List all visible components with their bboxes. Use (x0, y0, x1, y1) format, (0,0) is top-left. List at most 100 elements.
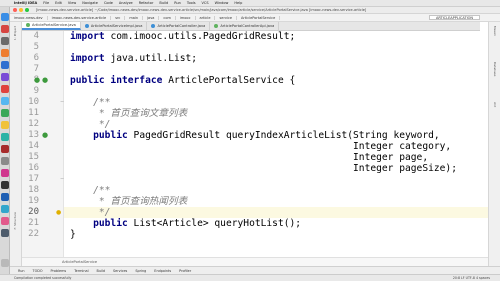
app-icon-lightblue[interactable] (1, 97, 9, 105)
editor-breadcrumb[interactable]: ArticlePortalService (22, 257, 488, 266)
menu-refactor[interactable]: Refactor (139, 1, 154, 5)
menu-edit[interactable]: Edit (55, 1, 62, 5)
app-icon-slate[interactable] (1, 229, 9, 237)
nav-crumb-article[interactable]: article (196, 15, 216, 20)
window-title: [imooc-news-dev-service-article] ~/Code/… (36, 8, 367, 12)
ant-tool-tab[interactable]: Ant (493, 102, 497, 107)
code-line-16[interactable]: Integer pageSize); (70, 163, 457, 174)
problems-tool-button[interactable]: Problems (51, 269, 67, 273)
code-line-14[interactable]: Integer category, (70, 141, 451, 152)
code-line-19[interactable]: * 首页查询热闻列表 (70, 196, 187, 207)
app-icon-teal[interactable] (1, 133, 9, 141)
database-tool-tab[interactable]: Database (493, 62, 497, 76)
nav-crumb-main[interactable]: main (125, 15, 144, 20)
app-icon-black[interactable] (1, 181, 9, 189)
caret-position[interactable]: 20:8 LF UTF-8 4 spaces (453, 276, 490, 280)
app-icon-magenta[interactable] (1, 169, 9, 177)
implemented-marker-icon[interactable]: ● (34, 75, 40, 86)
nav-crumb-imooc[interactable]: imooc (176, 15, 196, 20)
nav-crumb-file[interactable]: ArticlePortalService (237, 15, 281, 20)
class-icon (151, 24, 156, 28)
nav-crumb-project[interactable]: imooc-news-dev (10, 15, 48, 20)
services-tool-button[interactable]: Services (113, 269, 127, 273)
tab-article-portal-service-impl[interactable]: ArticlePortalServiceImpl.java (81, 22, 148, 30)
code-line-18[interactable]: /** (70, 185, 110, 196)
trash-icon[interactable] (1, 259, 9, 267)
code-line-11[interactable]: * 首页查询文章列表 (70, 108, 187, 119)
app-icon-yellow[interactable] (1, 121, 9, 129)
menu-navigate[interactable]: Navigate (82, 1, 98, 5)
close-window-icon[interactable] (13, 8, 17, 12)
app-icon-blue[interactable] (1, 61, 9, 69)
line-number: 15 (28, 152, 39, 162)
line-number: 9 (33, 86, 39, 96)
tab-article-portal-service[interactable]: ArticlePortalService.java (22, 22, 81, 30)
code-line-15[interactable]: Integer page, (70, 152, 428, 163)
endpoints-tool-button[interactable]: Endpoints (154, 269, 171, 273)
bottom-tool-bar: Run TODO Problems Terminal Build Service… (10, 266, 500, 274)
menu-app-name[interactable]: IntelliJ IDEA (14, 1, 37, 5)
code-line-4[interactable]: import com.imooc.utils.PagedGridResult; (70, 31, 295, 42)
code-line-10[interactable]: /** (70, 97, 110, 108)
menu-code[interactable]: Code (104, 1, 113, 5)
code-line-22[interactable]: } (70, 229, 76, 240)
nav-crumb-com[interactable]: com (159, 15, 176, 20)
build-tool-button[interactable]: Build (97, 269, 106, 273)
run-marker-icon[interactable]: ● (42, 75, 48, 86)
code-line-6[interactable]: import java.util.List; (70, 53, 197, 64)
nav-crumb-module[interactable]: imooc-news-dev-service-article (48, 15, 112, 20)
line-number-gutter[interactable]: 4 5 6 7 8 ● ● 9 10 11 12 13 ● 14 15 16 1… (22, 31, 64, 257)
tab-article-portal-controller-api[interactable]: ArticlePortalControllerApi.java (210, 22, 280, 30)
interface-icon (214, 24, 219, 28)
code-editor[interactable]: − − import com.imooc.utils.PagedGridResu… (60, 31, 488, 257)
line-number: 21 (28, 218, 39, 228)
fold-icon[interactable]: − (60, 176, 64, 182)
menu-build[interactable]: Build (159, 1, 168, 5)
nav-crumb-src[interactable]: src (111, 15, 126, 20)
app-icon-orange[interactable] (1, 49, 9, 57)
run-config-select[interactable]: ARTICLEAPPLICATION (428, 15, 480, 20)
nav-crumb-java[interactable]: java (143, 15, 160, 20)
menu-analyze[interactable]: Analyze (119, 1, 133, 5)
menu-tools[interactable]: Tools (187, 1, 196, 5)
app-icon-darkred[interactable] (1, 145, 9, 153)
code-line-8[interactable]: public interface ArticlePortalService { (70, 75, 295, 86)
app-icon-purple[interactable] (1, 73, 9, 81)
app-icon-red-2[interactable] (1, 85, 9, 93)
project-tool-tab[interactable]: 1: Project (13, 26, 17, 40)
spring-tool-button[interactable]: Spring (135, 269, 146, 273)
menu-run[interactable]: Run (174, 1, 181, 5)
code-line-21[interactable]: public List<Article> queryHotList(); (70, 218, 301, 229)
app-icon-red[interactable] (1, 25, 9, 33)
terminal-tool-button[interactable]: Terminal (74, 269, 88, 273)
app-icon-green[interactable] (1, 109, 9, 117)
menu-view[interactable]: View (68, 1, 76, 5)
nav-crumb-service[interactable]: service (215, 15, 238, 20)
implemented-method-icon[interactable]: ● (42, 130, 48, 141)
code-line-13[interactable]: public PagedGridResult queryIndexArticle… (70, 130, 440, 141)
menu-help[interactable]: Help (234, 1, 242, 5)
profiler-tool-button[interactable]: Profiler (179, 269, 191, 273)
code-line-20[interactable]: */ (70, 207, 111, 218)
lightbulb-icon[interactable]: ● (56, 207, 61, 218)
run-tool-button[interactable]: Run (18, 269, 25, 273)
code-line-12[interactable]: */ (70, 119, 111, 130)
line-number-current: 20 (28, 207, 39, 217)
app-icon-blue-2[interactable] (1, 193, 9, 201)
minimize-window-icon[interactable] (19, 8, 23, 12)
tab-article-portal-controller[interactable]: ArticlePortalController.java (147, 22, 211, 30)
tab-label: ArticlePortalService.java (32, 23, 76, 27)
fold-icon[interactable]: − (60, 99, 64, 105)
app-icon-pink[interactable] (1, 217, 9, 225)
menu-file[interactable]: File (43, 1, 49, 5)
maximize-window-icon[interactable] (25, 8, 29, 12)
app-icon-cyan[interactable] (1, 205, 9, 213)
structure-tool-tab[interactable]: 7: Structure (13, 212, 17, 230)
finder-icon[interactable] (1, 13, 9, 21)
menu-window[interactable]: Window (215, 1, 229, 5)
app-icon-grey-2[interactable] (1, 157, 9, 165)
maven-tool-tab[interactable]: Maven (493, 26, 497, 36)
app-icon-grey[interactable] (1, 37, 9, 45)
menu-vcs[interactable]: VCS (202, 1, 209, 5)
todo-tool-button[interactable]: TODO (33, 269, 43, 273)
